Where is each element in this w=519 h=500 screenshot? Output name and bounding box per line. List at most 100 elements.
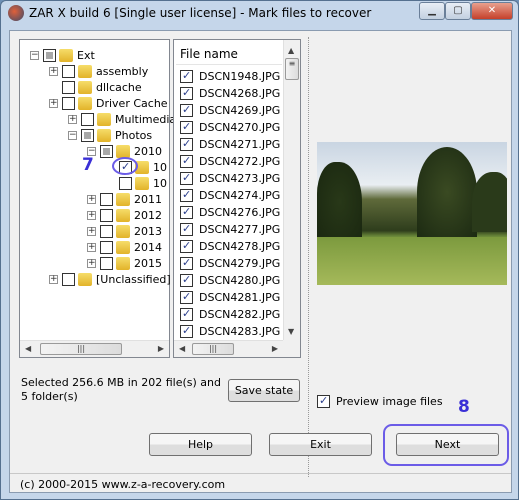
file-checkbox[interactable] <box>180 290 193 304</box>
tree-checkbox[interactable] <box>100 224 113 238</box>
checkbox[interactable] <box>317 394 330 408</box>
expand-icon[interactable]: + <box>49 274 58 284</box>
file-name: DSCN4277.JPG <box>199 223 281 236</box>
file-name: DSCN4270.JPG <box>199 121 281 134</box>
file-list-horizontal-scrollbar[interactable]: ◀ ||| ▶ <box>174 340 283 357</box>
expand-icon[interactable]: + <box>87 258 96 268</box>
tree-horizontal-scrollbar[interactable]: ◀ ||| ▶ <box>20 340 169 357</box>
help-button[interactable]: Help <box>149 433 252 456</box>
file-row[interactable]: DSCN4277.JPG <box>180 221 280 238</box>
file-checkbox[interactable] <box>180 120 193 134</box>
file-row[interactable]: DSCN4281.JPG <box>180 289 280 306</box>
file-row[interactable]: DSCN4279.JPG <box>180 255 280 272</box>
tree-item[interactable]: − Photos <box>68 127 152 143</box>
tree-checkbox[interactable] <box>62 272 75 286</box>
file-checkbox[interactable] <box>180 239 193 253</box>
file-row[interactable]: DSCN4272.JPG <box>180 153 280 170</box>
tree-item[interactable]: + assembly <box>49 63 148 79</box>
tree-item[interactable]: dllcache <box>49 79 142 95</box>
file-row[interactable]: DSCN4269.JPG <box>180 102 280 119</box>
file-checkbox[interactable] <box>180 103 193 117</box>
file-row[interactable]: DSCN1948.JPG <box>180 68 280 85</box>
file-row[interactable]: DSCN4276.JPG <box>180 204 280 221</box>
folder-tree[interactable]: ◀ ||| ▶ − Ext + assembly dllcache + Driver Cac… <box>19 39 176 358</box>
tree-item[interactable]: +2014 <box>87 239 162 255</box>
file-row[interactable]: DSCN4270.JPG <box>180 119 280 136</box>
tree-item[interactable]: + Multimedia <box>68 111 176 127</box>
file-checkbox[interactable] <box>180 222 193 236</box>
tree-checkbox[interactable] <box>43 48 56 62</box>
tree-checkbox[interactable] <box>62 64 75 78</box>
step-7-annotation: 7 <box>82 155 94 175</box>
tree-checkbox[interactable] <box>100 144 113 158</box>
splitter[interactable] <box>308 37 309 477</box>
tree-checkbox[interactable] <box>62 96 75 110</box>
footer-copyright: (c) 2000-2015 www.z-a-recovery.com <box>20 478 226 491</box>
file-list-vertical-scrollbar[interactable]: ▲ ≡ ▼ <box>283 40 300 340</box>
tree-item-label: 2012 <box>134 208 162 222</box>
next-button[interactable]: Next <box>396 433 499 456</box>
folder-icon <box>78 272 92 286</box>
file-checkbox[interactable] <box>180 205 193 219</box>
tree-item[interactable]: +2011 <box>87 191 162 207</box>
folder-icon <box>116 240 130 254</box>
file-row[interactable]: DSCN4268.JPG <box>180 85 280 102</box>
tree-checkbox[interactable] <box>100 256 113 270</box>
tree-checkbox[interactable] <box>100 208 113 222</box>
file-checkbox[interactable] <box>180 69 193 83</box>
tree-item[interactable]: +2012 <box>87 207 162 223</box>
file-checkbox[interactable] <box>180 273 193 287</box>
collapse-icon[interactable]: − <box>68 130 77 140</box>
file-row[interactable]: DSCN4280.JPG <box>180 272 280 289</box>
tree-item[interactable]: + [Unclassified] <box>49 271 171 287</box>
save-state-button[interactable]: Save state <box>228 379 300 402</box>
expand-icon[interactable]: + <box>49 98 58 108</box>
tree-item[interactable]: + Driver Cache <box>49 95 168 111</box>
file-row[interactable]: DSCN4283.JPG <box>180 323 280 340</box>
expand-icon[interactable]: + <box>68 114 77 124</box>
file-row[interactable]: DSCN4274.JPG <box>180 187 280 204</box>
file-checkbox[interactable] <box>180 188 193 202</box>
expand-icon[interactable]: + <box>87 210 96 220</box>
tree-item[interactable]: − Ext <box>30 47 95 63</box>
file-row[interactable]: DSCN4278.JPG <box>180 238 280 255</box>
tree-item[interactable]: 10 <box>106 175 167 191</box>
expand-icon[interactable]: + <box>87 242 96 252</box>
tree-checkbox[interactable] <box>81 112 94 126</box>
file-checkbox[interactable] <box>180 137 193 151</box>
tree-checkbox[interactable] <box>100 240 113 254</box>
file-name: DSCN4271.JPG <box>199 138 281 151</box>
tree-checkbox[interactable] <box>119 176 132 190</box>
tree-checkbox[interactable] <box>100 192 113 206</box>
collapse-icon[interactable]: − <box>30 50 39 60</box>
file-checkbox[interactable] <box>180 86 193 100</box>
tree-item-label: dllcache <box>96 80 142 94</box>
file-list[interactable]: DSCN4283.JPG DSCN4282.JPG DSCN4281.JPG DSCN… <box>173 39 301 358</box>
tree-checkbox[interactable] <box>81 128 94 142</box>
file-checkbox[interactable] <box>180 171 193 185</box>
tree-item-label: 10 <box>153 160 167 174</box>
file-checkbox[interactable] <box>180 154 193 168</box>
close-button[interactable]: ✕ <box>471 2 513 20</box>
maximize-button[interactable]: ▢ <box>445 2 471 20</box>
file-checkbox[interactable] <box>180 256 193 270</box>
tree-item-label: [Unclassified] <box>96 272 171 286</box>
file-checkbox[interactable] <box>180 324 193 338</box>
exit-button[interactable]: Exit <box>269 433 372 456</box>
app-icon <box>8 5 24 21</box>
expand-icon[interactable]: + <box>87 226 96 236</box>
tree-checkbox[interactable] <box>62 80 75 94</box>
file-checkbox[interactable] <box>180 307 193 321</box>
expand-icon[interactable]: + <box>87 194 96 204</box>
preview-checkbox[interactable]: Preview image files <box>317 394 443 408</box>
minimize-button[interactable]: ▁ <box>419 2 445 20</box>
file-row[interactable]: DSCN4282.JPG <box>180 306 280 323</box>
tree-item[interactable]: +2015 <box>87 255 162 271</box>
file-row[interactable]: DSCN4271.JPG <box>180 136 280 153</box>
file-row[interactable]: DSCN4273.JPG <box>180 170 280 187</box>
expand-icon[interactable]: + <box>49 66 58 76</box>
tree-item-label: 2013 <box>134 224 162 238</box>
folder-icon <box>59 48 73 62</box>
column-header-file-name[interactable]: File name <box>180 47 238 61</box>
tree-item[interactable]: +2013 <box>87 223 162 239</box>
